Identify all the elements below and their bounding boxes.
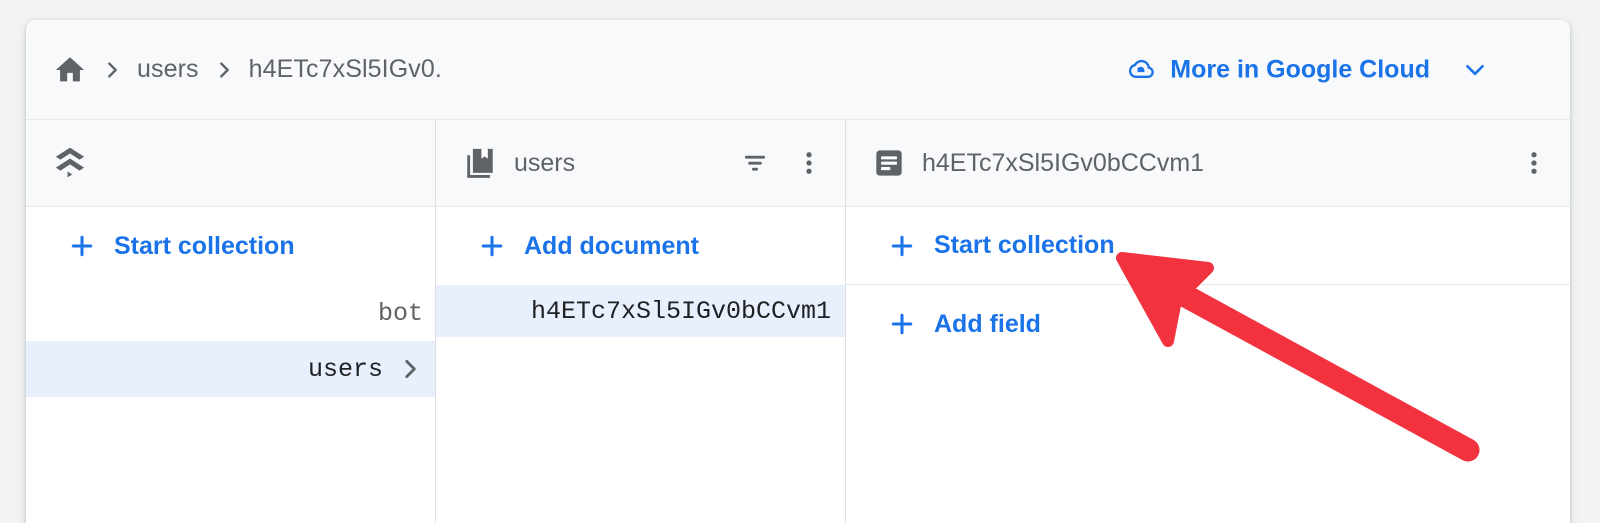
- document-row[interactable]: h4ETc7xSl5IGv0bCCvm1: [436, 285, 845, 337]
- column-document-detail: h4ETc7xSl5IGv0bCCvm1 Start collection Ad…: [846, 120, 1570, 523]
- breadcrumb-bar: users h4ETc7xSl5IGv0. More in Google Clo…: [26, 20, 1570, 120]
- add-field-button[interactable]: Add field: [846, 285, 1570, 363]
- breadcrumb: users h4ETc7xSl5IGv0.: [53, 53, 442, 87]
- document-icon: [873, 147, 905, 179]
- more-vert-icon[interactable]: [791, 145, 827, 181]
- chevron-right-icon: [397, 356, 423, 382]
- collection-row-label: users: [307, 354, 383, 384]
- collection-row-users[interactable]: users: [26, 341, 435, 397]
- start-collection-label-document: Start collection: [934, 231, 1115, 259]
- add-document-button[interactable]: Add document: [436, 207, 845, 285]
- firestore-data-card: users h4ETc7xSl5IGv0. More in Google Clo…: [26, 20, 1570, 523]
- chevron-right-icon: [213, 59, 235, 81]
- screenshot-root: users h4ETc7xSl5IGv0. More in Google Clo…: [0, 0, 1600, 523]
- more-in-google-cloud-label: More in Google Cloud: [1170, 55, 1430, 83]
- column-header-root: [26, 120, 435, 207]
- collection-icon: [463, 146, 497, 180]
- home-icon[interactable]: [53, 53, 87, 87]
- plus-icon: [68, 232, 96, 260]
- collection-row-bot[interactable]: bot: [26, 285, 435, 341]
- chevron-right-icon: [101, 59, 123, 81]
- start-collection-button-root[interactable]: Start collection: [26, 207, 435, 285]
- column-title-collection: users: [514, 148, 576, 177]
- column-header-actions: [1516, 145, 1552, 181]
- collection-row-label: bot: [377, 298, 423, 328]
- firestore-columns: Start collection bot users users Add doc…: [26, 120, 1570, 523]
- breadcrumb-item-document[interactable]: h4ETc7xSl5IGv0.: [249, 55, 442, 84]
- chevron-down-icon[interactable]: [1462, 57, 1488, 83]
- column-header-collection: users: [436, 120, 845, 207]
- column-root-collections: Start collection bot users: [26, 120, 436, 523]
- filter-icon[interactable]: [737, 145, 773, 181]
- plus-icon: [888, 310, 916, 338]
- plus-icon: [478, 232, 506, 260]
- column-header-actions: [737, 145, 827, 181]
- document-row-label: h4ETc7xSl5IGv0bCCvm1: [530, 296, 831, 326]
- plus-icon: [888, 232, 916, 260]
- more-in-google-cloud-button[interactable]: More in Google Cloud: [1123, 55, 1488, 84]
- firestore-logo-icon: [53, 145, 87, 181]
- google-cloud-icon: [1123, 57, 1157, 83]
- breadcrumb-item-users[interactable]: users: [137, 55, 199, 84]
- more-vert-icon[interactable]: [1516, 145, 1552, 181]
- add-document-label: Add document: [524, 231, 699, 260]
- start-collection-label-root: Start collection: [114, 231, 295, 260]
- add-field-label: Add field: [934, 309, 1041, 338]
- start-collection-button-document[interactable]: Start collection: [846, 207, 1570, 285]
- column-title-document: h4ETc7xSl5IGv0bCCvm1: [922, 148, 1205, 177]
- column-collection-users: users Add document h4ETc7xSl5IGv0bCCvm1: [436, 120, 846, 523]
- column-header-document: h4ETc7xSl5IGv0bCCvm1: [846, 120, 1570, 207]
